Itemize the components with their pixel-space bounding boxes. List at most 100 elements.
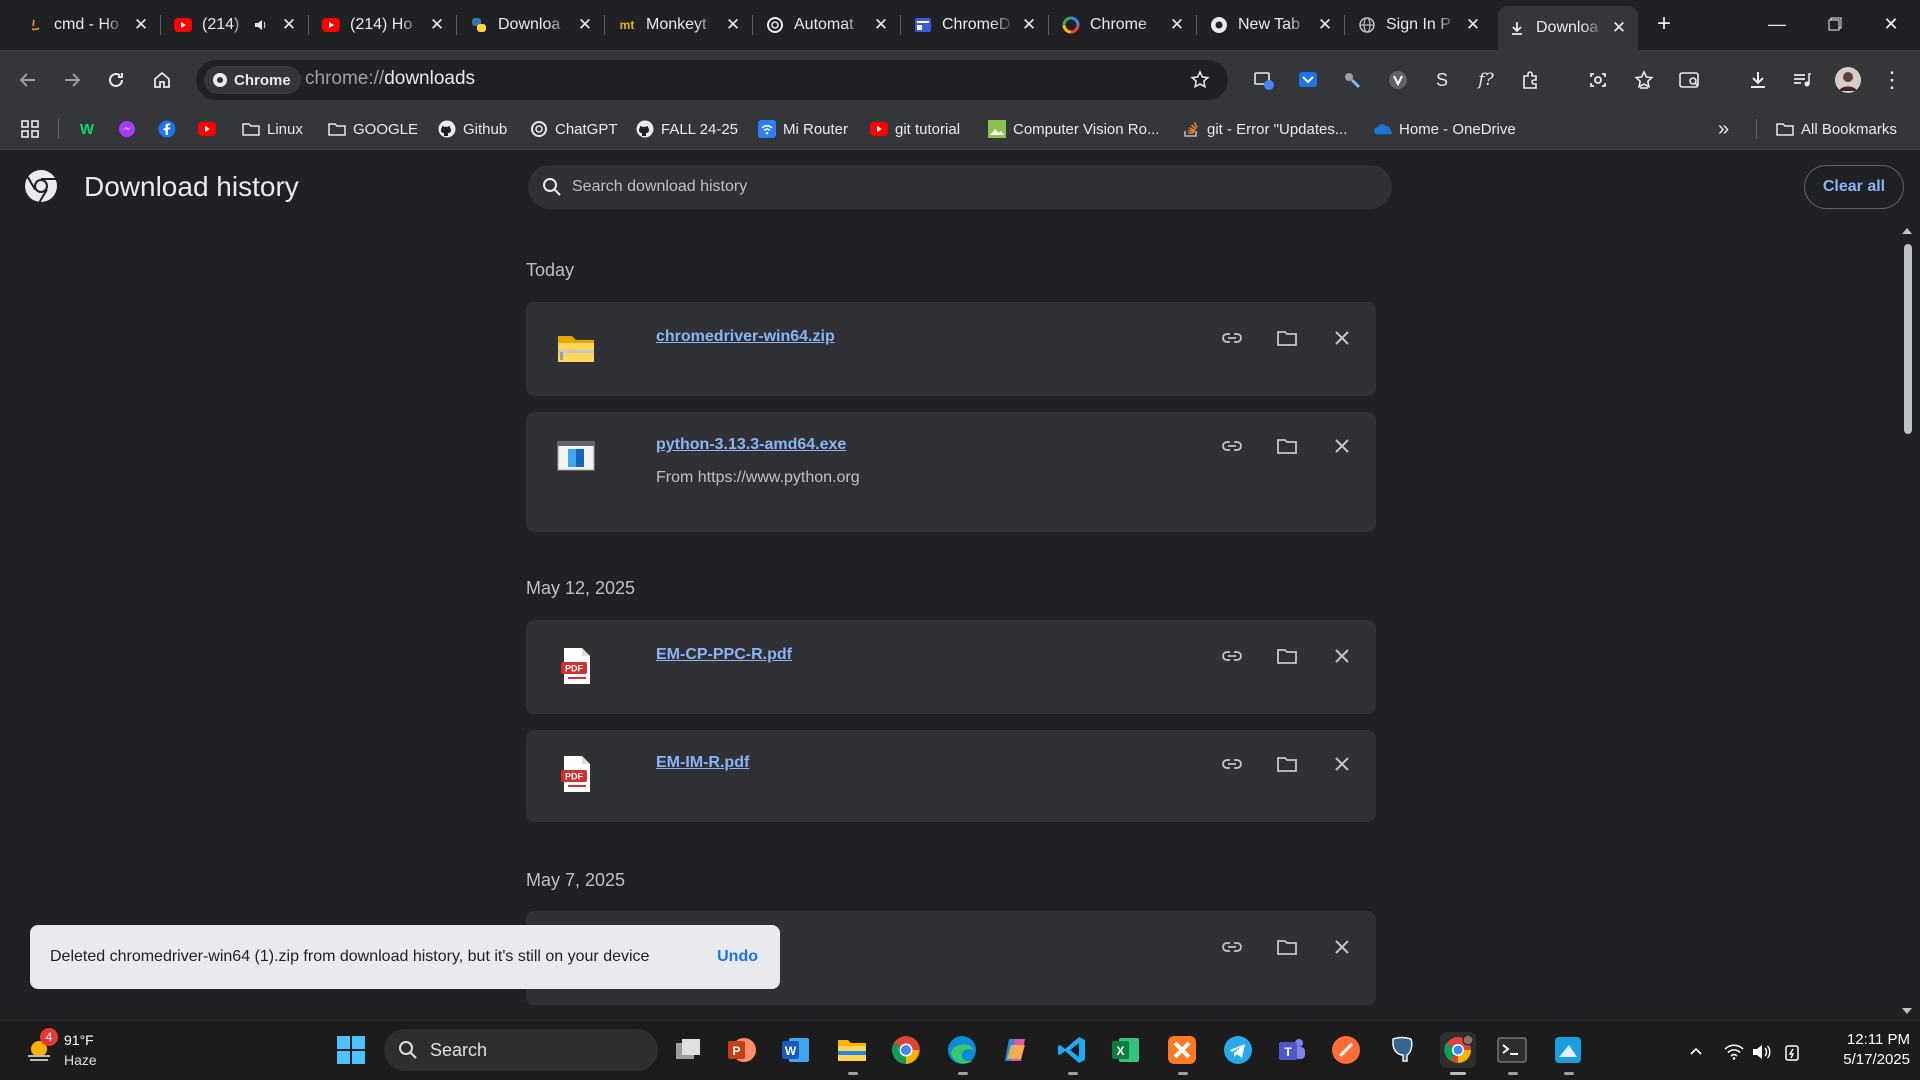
chrome-profile-taskbar-icon[interactable] [1440, 1032, 1476, 1068]
vue-devtools-icon[interactable] [1382, 64, 1414, 96]
remove-from-list-icon[interactable] [1326, 640, 1358, 672]
tab-search-extension-icon[interactable] [1248, 64, 1280, 96]
show-hidden-icons-chevron-icon[interactable] [1686, 1042, 1706, 1062]
volume-icon[interactable] [1752, 1042, 1772, 1062]
close-icon[interactable]: ✕ [872, 15, 890, 34]
tab-chromedriver[interactable]: ChromeD ✕ [904, 6, 1048, 44]
apps-grid-icon[interactable] [20, 114, 40, 144]
bookmark-fall-24-25[interactable]: FALL 24-25 [636, 114, 738, 144]
bookmark-git-error[interactable]: git - Error "Updates... [1182, 114, 1347, 144]
tab-youtube-2[interactable]: (214) Ho ✕ [312, 6, 456, 44]
bookmark-youtube[interactable] [198, 114, 223, 144]
downloads-icon[interactable] [1742, 64, 1774, 96]
site-info-chip[interactable]: Chrome [204, 66, 301, 94]
copilot-icon[interactable] [998, 1032, 1034, 1068]
bookmark-git-tutorial[interactable]: git tutorial [870, 114, 960, 144]
telegram-icon[interactable] [1220, 1032, 1256, 1068]
tab-downloads-active[interactable]: Downloa ✕ [1498, 6, 1638, 50]
new-tab-button[interactable]: + [1650, 10, 1678, 38]
copy-link-icon[interactable] [1216, 931, 1248, 963]
remove-from-list-icon[interactable] [1326, 322, 1358, 354]
file-name-link[interactable]: chromedriver-win64.zip [656, 328, 835, 346]
postman-icon[interactable] [1328, 1032, 1364, 1068]
font-extension-icon[interactable]: f? [1470, 64, 1502, 96]
minimize-button[interactable]: — [1748, 0, 1806, 48]
bookmark-chatgpt[interactable]: ChatGPT [530, 114, 618, 144]
remove-from-list-icon[interactable] [1326, 931, 1358, 963]
wifi-icon[interactable] [1724, 1042, 1744, 1062]
powerpoint-icon[interactable]: P [724, 1032, 760, 1068]
bookmark-mi-router[interactable]: Mi Router [758, 114, 848, 144]
scrollbar-thumb[interactable] [1904, 244, 1912, 434]
lens-icon[interactable] [1582, 64, 1614, 96]
restore-button[interactable] [1806, 0, 1864, 48]
s-extension-icon[interactable]: S [1426, 64, 1458, 96]
system-clock[interactable]: 12:11 PM 5/17/2025 [1820, 1030, 1910, 1070]
bookmarks-overflow-button[interactable]: » [1718, 114, 1729, 144]
undo-button[interactable]: Undo [717, 948, 758, 966]
snipping-tool-icon[interactable] [1550, 1032, 1586, 1068]
battery-charging-icon[interactable] [1782, 1042, 1802, 1062]
task-view-icon[interactable] [670, 1032, 706, 1068]
bookmark-folder-google[interactable]: GOOGLE [328, 114, 418, 144]
tab-youtube-1[interactable]: (214) ✕ [164, 6, 308, 44]
close-window-button[interactable]: ✕ [1862, 0, 1920, 48]
show-in-folder-icon[interactable] [1271, 640, 1303, 672]
reload-button[interactable] [100, 64, 132, 96]
close-icon[interactable]: ✕ [1020, 15, 1038, 34]
menu-kebab-icon[interactable]: ⋮ [1876, 64, 1908, 96]
edge-icon[interactable] [944, 1032, 980, 1068]
taskbar-search[interactable]: Search [384, 1029, 658, 1071]
tab-sign-in[interactable]: Sign In P ✕ [1348, 6, 1492, 44]
remove-from-list-icon[interactable] [1326, 748, 1358, 780]
clear-all-button[interactable]: Clear all [1804, 165, 1904, 209]
copy-link-icon[interactable] [1216, 322, 1248, 354]
chrome-taskbar-icon[interactable] [888, 1032, 924, 1068]
terminal-icon[interactable] [1494, 1032, 1530, 1068]
windows-start-icon[interactable] [333, 1032, 369, 1068]
close-icon[interactable]: ✕ [1610, 18, 1628, 37]
copy-link-icon[interactable] [1216, 748, 1248, 780]
bookmark-facebook[interactable] [158, 114, 183, 144]
close-icon[interactable]: ✕ [280, 15, 298, 34]
reading-list-star-icon[interactable] [1628, 64, 1660, 96]
url-text[interactable]: chrome://downloads [305, 68, 475, 90]
side-panel-search-icon[interactable] [1674, 64, 1706, 96]
show-in-folder-icon[interactable] [1271, 430, 1303, 462]
teams-icon[interactable]: T [1274, 1032, 1310, 1068]
bookmark-star-icon[interactable] [1184, 64, 1216, 96]
speaker-icon[interactable] [252, 16, 270, 34]
postgresql-icon[interactable] [1384, 1032, 1420, 1068]
tab-automate[interactable]: Automat ✕ [756, 6, 900, 44]
bookmark-computer-vision[interactable]: Computer Vision Ro... [988, 114, 1159, 144]
close-icon[interactable]: ✕ [132, 15, 150, 34]
search-box[interactable] [528, 165, 1392, 209]
profile-avatar[interactable] [1832, 64, 1864, 96]
bookmark-onedrive[interactable]: Home - OneDrive [1374, 114, 1516, 144]
extensions-puzzle-icon[interactable] [1514, 64, 1546, 96]
tab-python-download[interactable]: Downloa ✕ [460, 6, 604, 44]
excel-icon[interactable]: X [1108, 1032, 1144, 1068]
weather-widget[interactable]: 4 91°F Haze [20, 1028, 110, 1072]
key-extension-icon[interactable] [1336, 64, 1368, 96]
pocket-extension-icon[interactable] [1292, 64, 1324, 96]
file-explorer-icon[interactable] [834, 1032, 870, 1068]
search-input[interactable] [572, 178, 1352, 196]
show-in-folder-icon[interactable] [1271, 322, 1303, 354]
bookmark-github[interactable]: Github [438, 114, 507, 144]
close-icon[interactable]: ✕ [428, 15, 446, 34]
forward-button[interactable] [56, 64, 88, 96]
close-icon[interactable]: ✕ [1168, 15, 1186, 34]
home-button[interactable] [146, 64, 178, 96]
copy-link-icon[interactable] [1216, 640, 1248, 672]
tab-monkeytype[interactable]: mt Monkeyt ✕ [608, 6, 752, 44]
close-icon[interactable]: ✕ [1464, 15, 1482, 34]
word-icon[interactable]: W [778, 1032, 814, 1068]
file-name-link[interactable]: python-3.13.3-amd64.exe [656, 436, 846, 454]
remove-from-list-icon[interactable] [1326, 430, 1358, 462]
tab-new-tab[interactable]: New Tab ✕ [1200, 6, 1344, 44]
show-in-folder-icon[interactable] [1271, 748, 1303, 780]
show-in-folder-icon[interactable] [1271, 931, 1303, 963]
back-button[interactable] [12, 64, 44, 96]
media-controls-icon[interactable] [1786, 64, 1818, 96]
